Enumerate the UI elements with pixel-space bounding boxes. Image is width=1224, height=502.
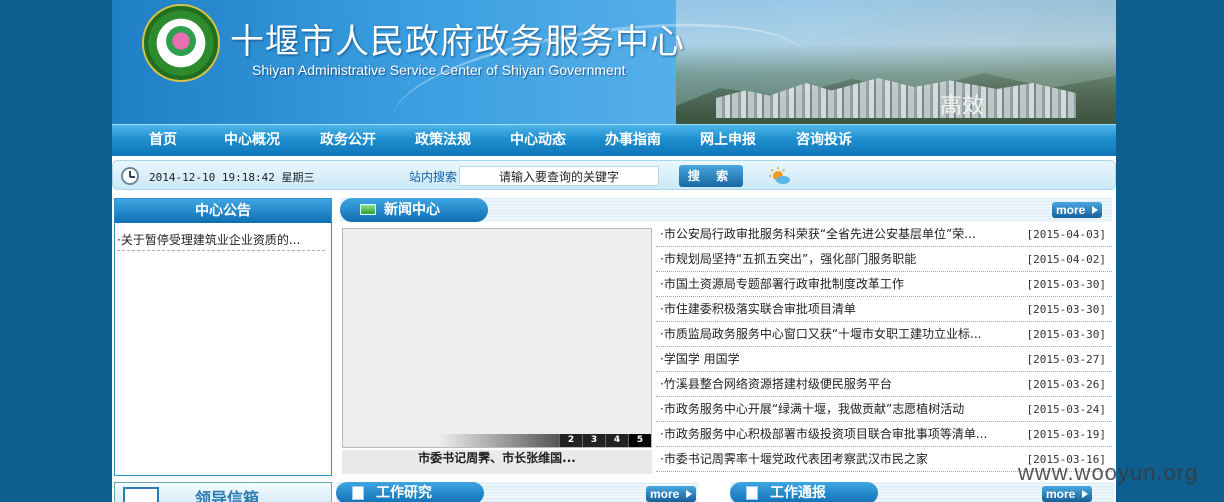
page-container: 十堰市人民政府政务服务中心 Shiyan Administrative Serv… bbox=[112, 0, 1116, 502]
leader-mailbox-label: 领导信箱 bbox=[195, 489, 260, 502]
landscape-icon bbox=[360, 204, 376, 215]
news-slideshow[interactable]: 2 3 4 5 bbox=[342, 228, 652, 448]
news-item[interactable]: ·市政务服务中心开展“绿满十堰，我做贡献”志愿植树活动 [2015-03-24] bbox=[656, 397, 1112, 422]
slide-fade bbox=[439, 434, 559, 447]
news-item[interactable]: ·学国学 用国学 [2015-03-27] bbox=[656, 347, 1112, 372]
main-nav: 首页 中心概况 政务公开 政策法规 中心动态 办事指南 网上申报 咨询投诉 bbox=[112, 124, 1116, 156]
news-more-button[interactable]: more bbox=[1052, 202, 1102, 218]
nav-item-online-apply[interactable]: 网上申报 bbox=[680, 125, 776, 157]
slide-pager: 2 3 4 5 bbox=[559, 434, 651, 447]
current-datetime: 2014-12-10 19:18:42 星期三 bbox=[149, 171, 315, 184]
slide-page-4[interactable]: 4 bbox=[605, 434, 628, 447]
notice-item[interactable]: ·关于暂停受理建筑业企业资质的... bbox=[117, 229, 325, 251]
news-item[interactable]: ·市规划局坚持“五抓五突出”，强化部门服务职能 [2015-04-02] bbox=[656, 247, 1112, 272]
government-emblem-logo bbox=[142, 4, 220, 82]
work-research-more-button[interactable]: more bbox=[646, 486, 696, 502]
leader-mailbox-link[interactable]: 领导信箱 bbox=[114, 482, 332, 502]
clock-icon bbox=[121, 167, 139, 185]
work-bulletin-tab: 工作通报 bbox=[730, 482, 878, 502]
notice-title: 中心公告 bbox=[115, 199, 331, 223]
search-input[interactable] bbox=[459, 166, 659, 186]
search-label: 站内搜索 bbox=[409, 170, 458, 184]
nav-item-center-news[interactable]: 中心动态 bbox=[490, 125, 586, 157]
slide-page-3[interactable]: 3 bbox=[582, 434, 605, 447]
work-research-tab: 工作研究 bbox=[336, 482, 484, 502]
news-header: 新闻中心 more bbox=[340, 198, 1112, 222]
watermark: www.wooyun.org bbox=[1018, 460, 1199, 485]
slide-caption[interactable]: 市委书记周霁、市长张维国... bbox=[342, 450, 652, 474]
header-banner: 十堰市人民政府政务服务中心 Shiyan Administrative Serv… bbox=[112, 0, 1116, 124]
banner-slogan: 高效 bbox=[940, 94, 985, 119]
document-icon bbox=[746, 486, 758, 500]
notice-panel: 中心公告 ·关于暂停受理建筑业企业资质的... bbox=[114, 198, 332, 476]
nav-item-home[interactable]: 首页 bbox=[122, 125, 204, 157]
news-item[interactable]: ·市住建委积极落实联合审批项目清单 [2015-03-30] bbox=[656, 297, 1112, 322]
nav-item-policies[interactable]: 政策法规 bbox=[396, 125, 490, 157]
weather-icon bbox=[769, 167, 790, 184]
nav-item-consult[interactable]: 咨询投诉 bbox=[776, 125, 872, 157]
document-icon bbox=[352, 486, 364, 500]
news-item[interactable]: ·市国土资源局专题部署行政审批制度改革工作 [2015-03-30] bbox=[656, 272, 1112, 297]
site-title-english: Shiyan Administrative Service Center of … bbox=[252, 62, 626, 78]
info-toolbar: 2014-12-10 19:18:42 星期三 站内搜索 搜 索 bbox=[112, 160, 1116, 190]
news-item[interactable]: ·竹溪县整合网络资源搭建村级便民服务平台 [2015-03-26] bbox=[656, 372, 1112, 397]
nav-item-guide[interactable]: 办事指南 bbox=[586, 125, 680, 157]
nav-item-overview[interactable]: 中心概况 bbox=[204, 125, 300, 157]
news-center-tab: 新闻中心 bbox=[340, 198, 488, 222]
envelope-icon bbox=[123, 487, 159, 502]
work-bulletin-more-button[interactable]: more bbox=[1042, 486, 1092, 502]
slide-page-2[interactable]: 2 bbox=[559, 434, 582, 447]
search-button[interactable]: 搜 索 bbox=[679, 165, 743, 187]
news-item[interactable]: ·市质监局政务服务中心窗口又获“十堰市女职工建功立业标... [2015-03-3… bbox=[656, 322, 1112, 347]
news-list: ·市公安局行政审批服务科荣获“全省先进公安基层单位”荣... [2015-04-0… bbox=[656, 222, 1112, 472]
news-item[interactable]: ·市公安局行政审批服务科荣获“全省先进公安基层单位”荣... [2015-04-0… bbox=[656, 222, 1112, 247]
news-center-title: 新闻中心 bbox=[384, 202, 440, 218]
news-item[interactable]: ·市政务服务中心积极部署市级投资项目联合审批事项等清单... [2015-03-1… bbox=[656, 422, 1112, 447]
nav-item-public-affairs[interactable]: 政务公开 bbox=[300, 125, 396, 157]
site-title: 十堰市人民政府政务服务中心 bbox=[230, 22, 685, 62]
slide-page-5[interactable]: 5 bbox=[628, 434, 651, 447]
